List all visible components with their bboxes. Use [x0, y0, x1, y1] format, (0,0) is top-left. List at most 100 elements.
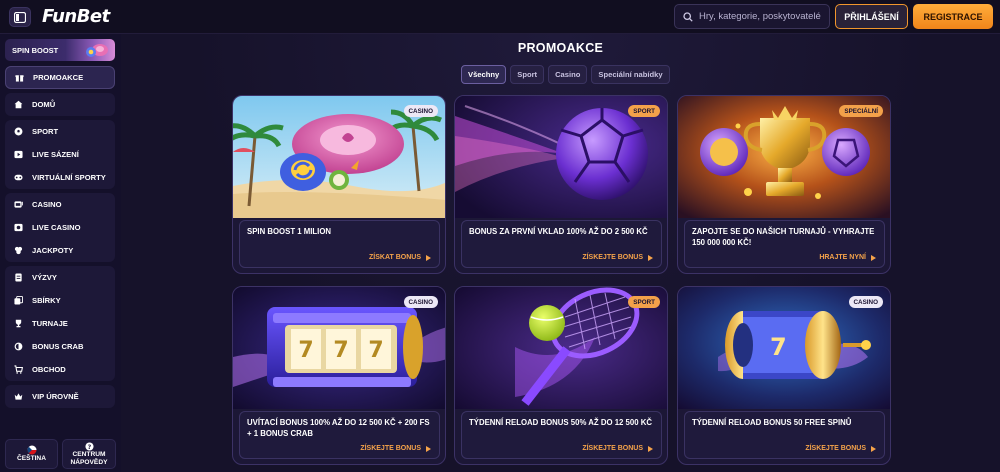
help-icon: ? — [84, 441, 94, 450]
promo-cta-label: ZÍSKEJTE BONUS — [360, 445, 421, 452]
trophy-icon — [15, 319, 22, 328]
sidebar-item-promoakce[interactable]: PROMOAKCE — [5, 66, 115, 89]
nav-group-home: DOMŮ — [5, 93, 115, 116]
sidebar-item-label: PROMOAKCE — [33, 73, 84, 82]
slot-icon — [14, 201, 23, 208]
help-center-button[interactable]: ? CENTRUM NÁPOVĚDY — [62, 439, 116, 469]
promo-card-spin-boost[interactable]: CASINO SPIN BOOST 1 MILION ZÍSKAT BONUS — [232, 95, 446, 274]
promo-cta-label: HRAJTE NYNÍ — [819, 254, 866, 261]
promo-cta-button[interactable]: ZÍSKEJTE BONUS — [805, 445, 876, 452]
promo-info-panel: BONUS ZA PRVNÍ VKLAD 100% AŽ DO 2 500 KČ… — [461, 220, 662, 268]
sidebar-item-sbirky[interactable]: SBÍRKY — [5, 289, 115, 312]
promo-card-weekly-reload-sport[interactable]: SPORT TÝDENNÍ RELOAD BONUS 50% AŽ DO 12 … — [454, 286, 668, 465]
sidebar-item-obchod[interactable]: OBCHOD — [5, 358, 115, 381]
promo-title: UVÍTACÍ BONUS 100% AŽ DO 12 500 KČ + 200… — [247, 418, 430, 438]
category-badge: SPORT — [628, 296, 660, 308]
promo-cta-button[interactable]: ZÍSKAT BONUS — [369, 254, 431, 261]
category-badge: CASINO — [848, 296, 883, 308]
crown-icon — [14, 393, 23, 400]
jackpot-icon — [14, 246, 23, 255]
filter-casino[interactable]: Casino — [548, 65, 588, 84]
sidebar-item-label: JACKPOTY — [32, 246, 74, 255]
live-casino-icon — [14, 223, 23, 232]
promo-cta-button[interactable]: HRAJTE NYNÍ — [819, 254, 876, 261]
play-icon — [14, 150, 23, 159]
promo-cta-label: ZÍSKEJTE BONUS — [582, 445, 643, 452]
sidebar-item-label: SBÍRKY — [32, 296, 61, 305]
svg-text:7: 7 — [298, 338, 313, 363]
menu-toggle-button[interactable] — [9, 7, 31, 27]
chevron-right-icon — [648, 445, 653, 452]
promo-title: ZAPOJTE SE DO NAŠICH TURNAJŮ - VYHRAJTE … — [692, 227, 875, 247]
czech-flag-icon — [27, 445, 36, 455]
sidebar-item-label: CASINO — [32, 200, 62, 209]
spin-boost-label: SPIN BOOST — [12, 45, 59, 55]
register-button[interactable]: REGISTRACE — [913, 4, 993, 29]
sidebar-item-live-sazeni[interactable]: LIVE SÁZENÍ — [5, 143, 115, 166]
soccer-ball-icon — [14, 127, 23, 136]
svg-text:?: ? — [87, 443, 91, 450]
virtual-sports-icon — [14, 174, 23, 181]
svg-text:7: 7 — [770, 333, 787, 361]
filter-sport[interactable]: Sport — [510, 65, 545, 84]
nav-group-promo: PROMOAKCE — [5, 66, 115, 89]
spin-boost-banner[interactable]: SPIN BOOST — [5, 39, 115, 61]
sidebar-item-vyzvy[interactable]: VÝZVY — [5, 266, 115, 289]
search-box[interactable] — [674, 4, 830, 29]
promo-info-panel: UVÍTACÍ BONUS 100% AŽ DO 12 500 KČ + 200… — [239, 411, 440, 459]
chevron-right-icon — [871, 445, 876, 452]
sidebar-toggle-icon — [14, 11, 26, 23]
sidebar-item-bonus-crab[interactable]: BONUS CRAB — [5, 335, 115, 358]
chevron-right-icon — [871, 254, 876, 261]
casino-chips-icon — [86, 44, 108, 57]
sidebar-item-label: VÝZVY — [32, 273, 57, 282]
promo-cta-button[interactable]: ZÍSKEJTE BONUS — [582, 254, 653, 261]
sidebar-item-label: DOMŮ — [32, 100, 56, 109]
language-button[interactable]: ČEŠTINA — [5, 439, 58, 469]
promo-card-tournaments[interactable]: SPECIÁLNÍ ZAPOJTE SE DO NAŠICH TURNAJŮ -… — [677, 95, 891, 274]
sidebar-item-label: OBCHOD — [32, 365, 66, 374]
svg-text:7: 7 — [333, 338, 348, 363]
promo-cta-label: ZÍSKAT BONUS — [369, 254, 421, 261]
filter-tabs: Všechny Sport Casino Speciální nabídky — [461, 65, 670, 84]
chevron-right-icon — [426, 445, 431, 452]
funbet-logo[interactable]: FunBet — [42, 6, 110, 27]
search-icon — [683, 11, 693, 22]
sidebar-item-sport[interactable]: SPORT — [5, 120, 115, 143]
sidebar-item-casino[interactable]: CASINO — [5, 193, 115, 216]
promo-card-weekly-reload-spins[interactable]: 7 CASINO TÝDENNÍ RELOAD BONUS 50 FREE SP… — [677, 286, 891, 465]
search-input[interactable] — [699, 11, 829, 22]
category-badge: CASINO — [403, 105, 438, 117]
login-button[interactable]: PŘIHLÁŠENÍ — [835, 4, 908, 29]
nav-group-casino: CASINO LIVE CASINO JACKPOTY — [5, 193, 115, 262]
promo-title: SPIN BOOST 1 MILION — [247, 227, 332, 236]
gift-icon — [15, 75, 24, 82]
nav-group-rewards: VÝZVY SBÍRKY TURNAJE BONUS CRAB OBCHOD — [5, 266, 115, 381]
sidebar-item-vip-urovne[interactable]: VIP ÚROVNĚ — [5, 385, 115, 408]
promo-title: TÝDENNÍ RELOAD BONUS 50% AŽ DO 12 500 KČ — [469, 418, 652, 427]
filter-special-offers[interactable]: Speciální nabídky — [591, 65, 670, 84]
filter-all[interactable]: Všechny — [461, 65, 507, 84]
promo-info-panel: TÝDENNÍ RELOAD BONUS 50 FREE SPINŮ ZÍSKE… — [684, 411, 885, 459]
sidebar-item-live-casino[interactable]: LIVE CASINO — [5, 216, 115, 239]
promo-card-welcome-bonus[interactable]: 7 7 7 CASINO UVÍTACÍ BONUS 100% AŽ DO 12… — [232, 286, 446, 465]
svg-text:7: 7 — [368, 338, 383, 363]
promo-title: BONUS ZA PRVNÍ VKLAD 100% AŽ DO 2 500 KČ — [469, 227, 648, 236]
promo-cta-button[interactable]: ZÍSKEJTE BONUS — [582, 445, 653, 452]
promo-card-first-deposit-sport[interactable]: SPORT BONUS ZA PRVNÍ VKLAD 100% AŽ DO 2 … — [454, 95, 668, 274]
sidebar-item-label: SPORT — [32, 127, 59, 136]
promo-info-panel: ZAPOJTE SE DO NAŠICH TURNAJŮ - VYHRAJTE … — [684, 220, 885, 268]
nav-group-sport: SPORT LIVE SÁZENÍ VIRTUÁLNÍ SPORTY — [5, 120, 115, 189]
sidebar-item-turnaje[interactable]: TURNAJE — [5, 312, 115, 335]
language-label: ČEŠTINA — [17, 455, 46, 462]
sidebar-item-domu[interactable]: DOMŮ — [5, 93, 115, 116]
promo-cta-button[interactable]: ZÍSKEJTE BONUS — [360, 445, 431, 452]
sidebar-item-jackpoty[interactable]: JACKPOTY — [5, 239, 115, 262]
help-label-line2: NÁPOVĚDY — [70, 458, 108, 466]
sidebar-item-virtualni-sporty[interactable]: VIRTUÁLNÍ SPORTY — [5, 166, 115, 189]
sidebar: SPIN BOOST PROMOAKCE DOMŮ SPORT LIVE SÁZ… — [0, 34, 121, 472]
sidebar-item-label: LIVE SÁZENÍ — [32, 150, 79, 159]
page-title: PROMOAKCE — [517, 41, 604, 55]
category-badge: CASINO — [403, 296, 438, 308]
top-bar: FunBet PŘIHLÁŠENÍ REGISTRACE — [0, 0, 1000, 34]
